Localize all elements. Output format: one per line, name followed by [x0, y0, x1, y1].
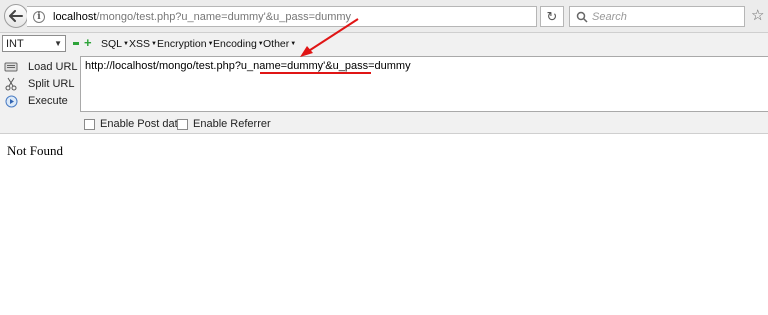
page-message: Not Found — [7, 143, 63, 158]
annotation-arrow-icon — [300, 18, 359, 57]
